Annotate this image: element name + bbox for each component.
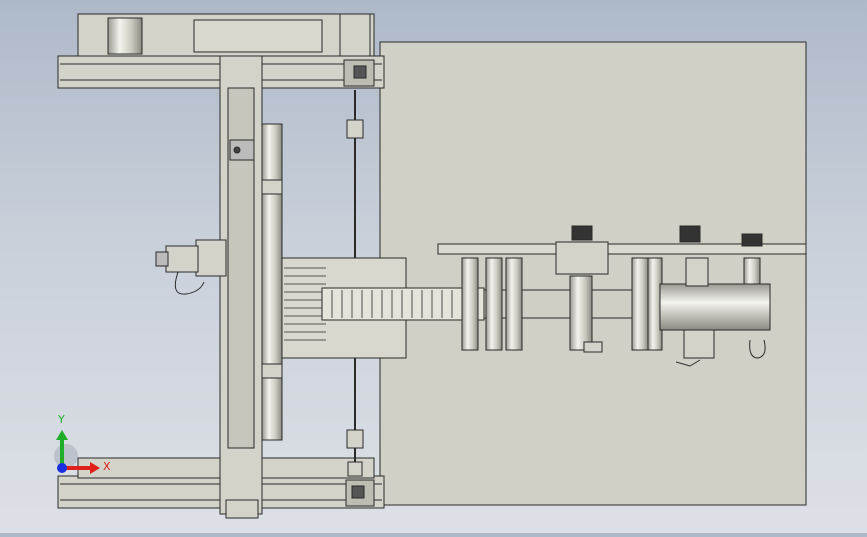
roller-3 (505, 257, 523, 351)
assembly-drawing (57, 13, 807, 519)
center-bracket (555, 241, 609, 275)
z-axis-dot (57, 463, 67, 473)
drive-drum (261, 123, 283, 441)
cad-viewport[interactable]: Y X (0, 0, 867, 533)
side-motor (195, 239, 227, 277)
roller-2 (485, 257, 503, 351)
y-axis-label: Y (58, 413, 65, 426)
roller-4 (631, 257, 649, 351)
x-axis-label: X (103, 460, 111, 473)
roller-1 (461, 257, 479, 351)
coordinate-triad: Y X (40, 410, 120, 490)
drive-wheel (659, 283, 771, 331)
conveyor-chain (321, 287, 485, 321)
triad-drawing (54, 430, 100, 474)
